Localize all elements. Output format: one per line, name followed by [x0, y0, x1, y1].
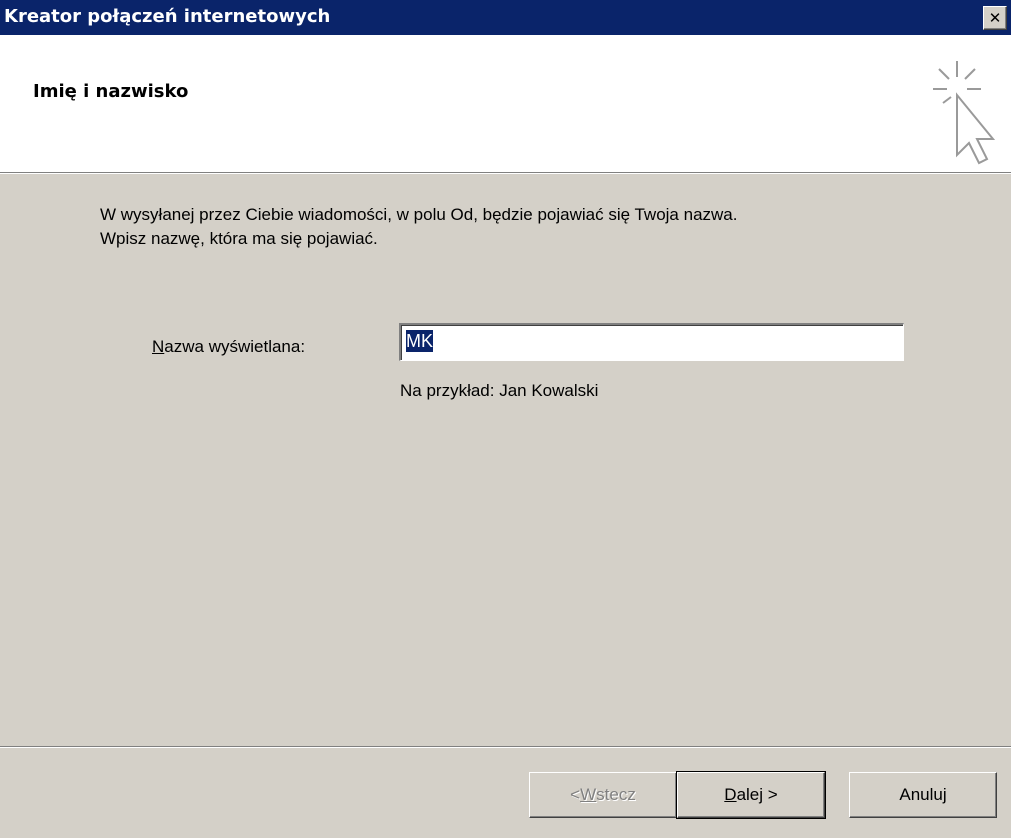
- cancel-label: Anuluj: [899, 785, 947, 804]
- description: W wysyłanej przez Ciebie wiadomości, w p…: [100, 203, 737, 251]
- close-icon: ✕: [988, 8, 1002, 27]
- back-label: stecz: [596, 785, 636, 804]
- label-mnemonic: N: [152, 337, 165, 356]
- wizard-cursor-icon: [933, 61, 996, 165]
- next-mnemonic: D: [724, 785, 737, 804]
- back-mnemonic: W: [580, 785, 597, 804]
- description-line: W wysyłanej przez Ciebie wiadomości, w p…: [100, 205, 738, 224]
- back-button[interactable]: < Wstecz: [529, 772, 677, 818]
- page-title: Imię i nazwisko: [33, 81, 189, 102]
- input-value: MK: [406, 330, 433, 352]
- display-name-label: Nazwa wyświetlana:: [152, 337, 305, 357]
- display-name-input[interactable]: MK: [399, 323, 904, 361]
- back-prefix: <: [570, 785, 581, 804]
- header-divider: [0, 172, 1011, 174]
- wizard-header: Imię i nazwisko: [0, 35, 1011, 172]
- next-button[interactable]: Dalej >: [676, 771, 826, 819]
- footer-divider: [0, 746, 1011, 748]
- next-label: alej >: [736, 785, 778, 804]
- label-text: azwa wyświetlana:: [164, 337, 306, 356]
- title-bar[interactable]: Kreator połączeń internetowych ✕: [0, 0, 1011, 35]
- description-line: Wpisz nazwę, która ma się pojawiać.: [100, 229, 378, 248]
- close-button[interactable]: ✕: [983, 6, 1007, 30]
- window-title: Kreator połączeń internetowych: [4, 6, 331, 27]
- wizard-window: Kreator połączeń internetowych ✕ Imię i …: [0, 0, 1011, 838]
- example-hint: Na przykład: Jan Kowalski: [400, 381, 599, 400]
- cancel-button[interactable]: Anuluj: [849, 772, 997, 818]
